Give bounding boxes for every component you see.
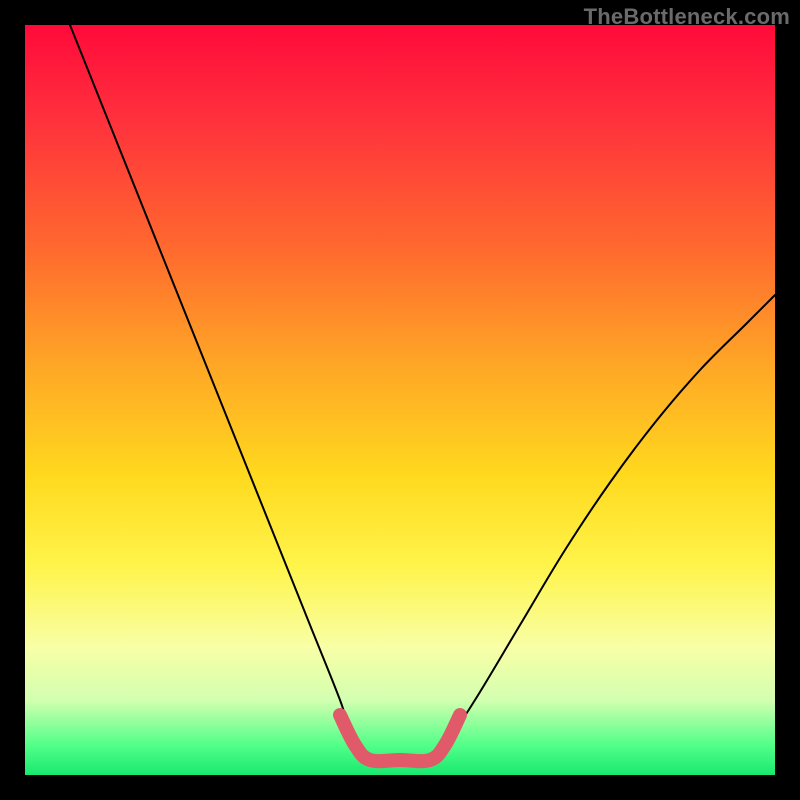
- curve-line: [70, 25, 775, 761]
- chart-svg: [25, 25, 775, 775]
- watermark-text: TheBottleneck.com: [584, 4, 790, 30]
- chart-frame: TheBottleneck.com: [0, 0, 800, 800]
- plot-area: [25, 25, 775, 775]
- curve-highlight: [340, 715, 460, 761]
